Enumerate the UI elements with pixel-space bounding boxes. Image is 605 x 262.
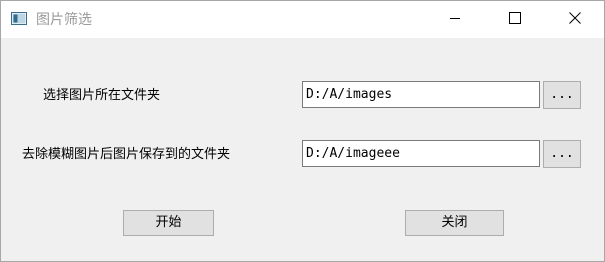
maximize-button[interactable] xyxy=(492,1,538,38)
output-folder-input[interactable] xyxy=(302,140,540,167)
app-window-icon xyxy=(11,12,27,25)
close-icon xyxy=(569,11,581,28)
browse-output-button[interactable]: ... xyxy=(543,140,581,168)
title-bar[interactable]: 图片筛选 xyxy=(1,1,604,38)
window-title: 图片筛选 xyxy=(36,12,92,28)
close-window-button[interactable] xyxy=(552,1,598,38)
start-button[interactable]: 开始 xyxy=(123,210,214,236)
minimize-icon xyxy=(449,12,461,28)
source-folder-input[interactable] xyxy=(302,81,540,108)
source-folder-label: 选择图片所在文件夹 xyxy=(43,88,161,103)
close-button[interactable]: 关闭 xyxy=(405,210,504,236)
dialog-window: 图片筛选 选择图片所在文件夹 ... 去除模糊图片后图片保存到的文件夹 ... … xyxy=(0,0,605,262)
maximize-icon xyxy=(509,11,521,28)
minimize-button[interactable] xyxy=(432,1,478,38)
output-folder-label: 去除模糊图片后图片保存到的文件夹 xyxy=(22,147,231,162)
browse-source-button[interactable]: ... xyxy=(543,81,581,109)
